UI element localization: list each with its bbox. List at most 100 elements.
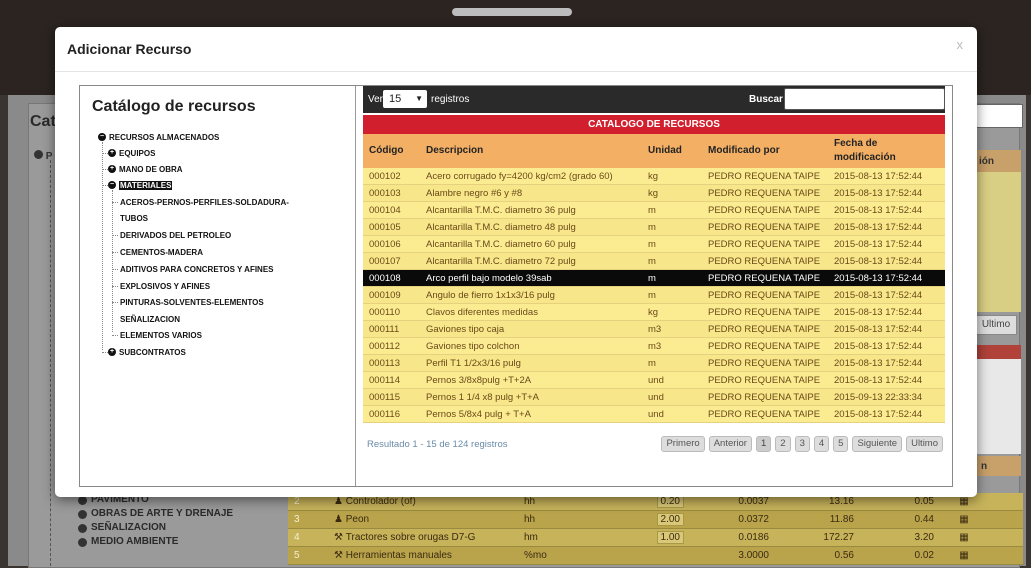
pager-button-5[interactable]: 5 (833, 436, 849, 452)
tree-item-materiales[interactable]: − MATERIALES (108, 178, 173, 192)
column-header-unidad[interactable]: Unidad (642, 134, 702, 168)
cell-fecha: 2015-08-13 17:52:44 (828, 354, 945, 372)
table-row[interactable]: 000116 Pernos 5/8x4 pulg + T+A und PEDRO RE… (363, 405, 945, 423)
cell-modificado-por: PEDRO REQUENA TAIPE (702, 269, 828, 287)
cell-descripcion: Gaviones tipo caja (420, 320, 642, 338)
scroll-handle[interactable] (452, 8, 572, 16)
table-row[interactable]: 000109 Angulo de fierro 1x1x3/16 pulg m PED… (363, 286, 945, 304)
tree-connector (112, 190, 113, 332)
cell-codigo: 000114 (363, 371, 420, 389)
search-input[interactable] (784, 88, 945, 110)
cell-codigo: 000103 (363, 184, 420, 202)
cell-fecha: 2015-08-13 17:52:44 (828, 371, 945, 389)
catalog-table-pane: Ver 15 ▼ registros Buscar : CATALOGO DE … (363, 86, 945, 486)
trash-icon[interactable]: ▦ (934, 550, 994, 561)
cell-codigo: 000104 (363, 201, 420, 219)
cell-unidad: m (642, 286, 702, 304)
table-row[interactable]: 000106 Alcantarilla T.M.C. diametro 60 pu… (363, 235, 945, 253)
table-header-row: Código Descripcion Unidad Modificado por… (363, 134, 945, 168)
cell-descripcion: Alcantarilla T.M.C. diametro 72 pulg (420, 252, 642, 270)
table-row[interactable]: 000107 Alcantarilla T.M.C. diametro 72 pu… (363, 252, 945, 270)
pager-button-1[interactable]: 1 (755, 436, 772, 452)
tree-item-subcontratos[interactable]: + SUBCONTRATOS (108, 345, 186, 359)
pager-button-ultimo[interactable]: Ultimo (906, 436, 943, 452)
cell-codigo: 000110 (363, 303, 420, 321)
tree-item-aceros[interactable]: ACEROS-PERNOS-PERFILES-SOLDADURA- (120, 195, 289, 209)
cell-fecha: 2015-09-13 22:33:34 (828, 388, 945, 406)
close-icon[interactable]: x (957, 37, 964, 52)
tree-item-tubos[interactable]: TUBOS (120, 211, 148, 225)
table-row[interactable]: 000112 Gaviones tipo colchon m3 PEDRO REQUE… (363, 337, 945, 355)
cell-fecha: 2015-08-13 17:52:44 (828, 405, 945, 423)
table-row[interactable]: 000105 Alcantarilla T.M.C. diametro 48 pu… (363, 218, 945, 236)
background-ultimo-button[interactable]: Ultimo (975, 315, 1017, 335)
column-header-fecha[interactable]: Fecha de modificación (828, 134, 945, 168)
tree-connector (102, 142, 103, 350)
cell-modificado-por: PEDRO REQUENA TAIPE (702, 303, 828, 321)
modal-title: Adicionar Recurso (67, 41, 192, 57)
plus-circle-icon[interactable]: + (108, 149, 116, 157)
background-red-header (975, 345, 1021, 359)
tree-item-mano-de-obra[interactable]: + MANO DE OBRA (108, 162, 183, 176)
cell-descripcion: Alambre negro #6 y #8 (420, 184, 642, 202)
table-row[interactable]: 3 ♟ Peon hh 2.00 0.0372 11.86 0.44 ▦ (288, 511, 1023, 529)
tree-item-cementos-madera[interactable]: CEMENTOS-MADERA (120, 245, 203, 259)
trash-icon[interactable]: ▦ (934, 496, 994, 507)
tree-item-elementos-varios[interactable]: ELEMENTOS VARIOS (120, 328, 202, 342)
tree-item-aditivos[interactable]: ADITIVOS PARA CONCRETOS Y AFINES (120, 262, 274, 276)
tree-item-explosivos[interactable]: EXPLOSIVOS Y AFINES (120, 279, 210, 293)
page-size-select[interactable]: 15 ▼ (383, 90, 427, 108)
table-row[interactable]: 000115 Pernos 1 1/4 x8 pulg +T+A und PEDRO … (363, 388, 945, 406)
page-size-label: Ver (368, 94, 384, 105)
column-header-modificado-por[interactable]: Modificado por (702, 134, 828, 168)
catalog-tree-title: Catálogo de recursos (92, 98, 256, 115)
table-row[interactable]: 000102 Acero corrugado fy=4200 kg/cm2 (gr… (363, 168, 945, 185)
cell-unidad: kg (642, 168, 702, 185)
tree-item-recursos-almacenados[interactable]: − RECURSOS ALMACENADOS (98, 130, 219, 144)
search-label: Buscar : (749, 94, 790, 105)
table-row[interactable]: 000103 Alambre negro #6 y #8 kg PEDRO REQUE… (363, 184, 945, 202)
table-row[interactable]: 5 ⚒ Herramientas manuales %mo 3.0000 0.5… (288, 547, 1023, 565)
pager-button-primero[interactable]: Primero (661, 436, 705, 452)
table-row[interactable]: 000110 Clavos diferentes medidas kg PEDRO R… (363, 303, 945, 321)
tree-item-equipos[interactable]: + EQUIPOS (108, 146, 155, 160)
table-row[interactable]: 000108 Arco perfil bajo modelo 39sab m PEDR… (363, 269, 945, 287)
table-row[interactable]: 000111 Gaviones tipo caja m3 PEDRO REQUENA … (363, 320, 945, 338)
tree-item-pinturas[interactable]: PINTURAS-SOLVENTES-ELEMENTOS (120, 295, 264, 309)
trash-icon[interactable]: ▦ (934, 514, 994, 525)
pager-button-3[interactable]: 3 (794, 436, 810, 452)
tree-item-derivados-petroleo[interactable]: DERIVADOS DEL PETROLEO (120, 228, 231, 242)
cell-unidad: m (642, 218, 702, 236)
column-header-codigo[interactable]: Código (363, 134, 420, 168)
plus-circle-icon (78, 509, 87, 519)
cell-descripcion: Pernos 3/8x8pulg +T+2A (420, 371, 642, 389)
cell-modificado-por: PEDRO REQUENA TAIPE (702, 252, 828, 270)
tree-item[interactable]: SEÑALIZACION (78, 521, 233, 535)
minus-circle-icon[interactable]: − (98, 133, 106, 141)
cell-unidad: m3 (642, 320, 702, 338)
cell-fecha: 2015-08-13 17:52:44 (828, 286, 945, 304)
background-input[interactable] (975, 104, 1023, 128)
cell-descripcion: Angulo de fierro 1x1x3/16 pulg (420, 286, 642, 304)
column-header-descripcion[interactable]: Descripcion (420, 134, 642, 168)
minus-circle-icon[interactable]: − (108, 181, 116, 189)
plus-circle-icon[interactable]: + (108, 348, 116, 356)
tree-item-senalizacion[interactable]: SEÑALIZACION (120, 312, 180, 326)
table-row[interactable]: 000114 Pernos 3/8x8pulg +T+2A und PEDRO REQ… (363, 371, 945, 389)
table-row[interactable]: 000113 Perfil T1 1/2x3/16 pulg m PEDRO REQU… (363, 354, 945, 372)
pager-button-4[interactable]: 4 (813, 436, 830, 452)
pager-button-siguiente[interactable]: Siguiente (852, 436, 903, 452)
cell-modificado-por: PEDRO REQUENA TAIPE (702, 235, 828, 253)
trash-icon[interactable]: ▦ (934, 532, 994, 543)
plus-circle-icon[interactable]: + (108, 165, 116, 173)
cell-descripcion: Acero corrugado fy=4200 kg/cm2 (grado 60… (420, 168, 642, 185)
table-row[interactable]: 000104 Alcantarilla T.M.C. diametro 36 pu… (363, 201, 945, 219)
pager-button-2[interactable]: 2 (775, 436, 791, 452)
tree-connector (112, 235, 118, 236)
cell-modificado-por: PEDRO REQUENA TAIPE (702, 371, 828, 389)
table-row[interactable]: 4 ⚒ Tractores sobre orugas D7-G hm 1.00 … (288, 529, 1023, 547)
tree-item[interactable]: MEDIO AMBIENTE (78, 535, 233, 549)
pager-button-anterior[interactable]: Anterior (708, 436, 752, 452)
cell-codigo: 000105 (363, 218, 420, 236)
tree-item[interactable]: OBRAS DE ARTE Y DRENAJE (78, 507, 233, 521)
